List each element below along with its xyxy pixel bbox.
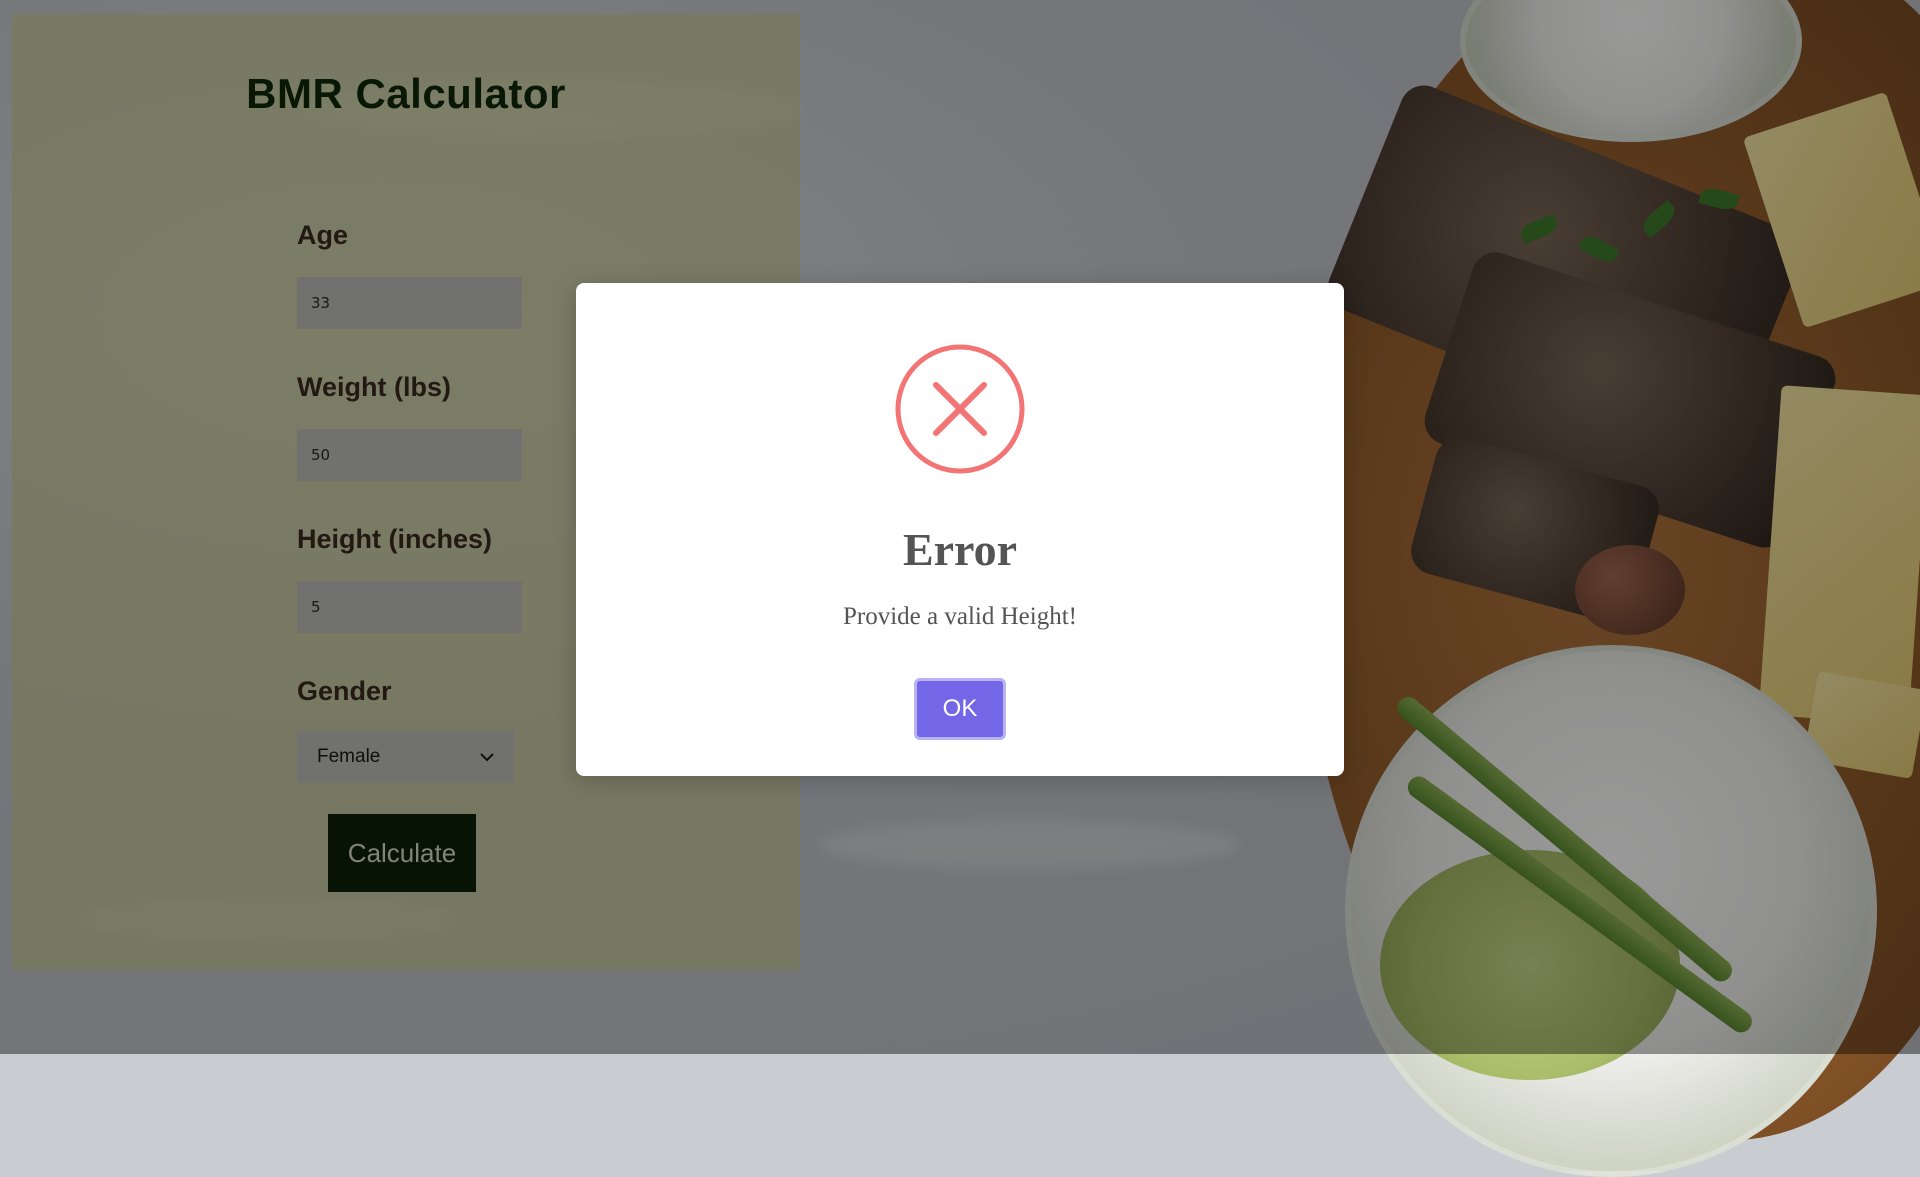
error-dialog: Error Provide a valid Height! OK (576, 283, 1344, 776)
ok-button[interactable]: OK (914, 678, 1006, 740)
error-x-icon (894, 343, 1026, 475)
dialog-message: Provide a valid Height! (843, 603, 1077, 630)
dialog-title: Error (902, 524, 1018, 575)
